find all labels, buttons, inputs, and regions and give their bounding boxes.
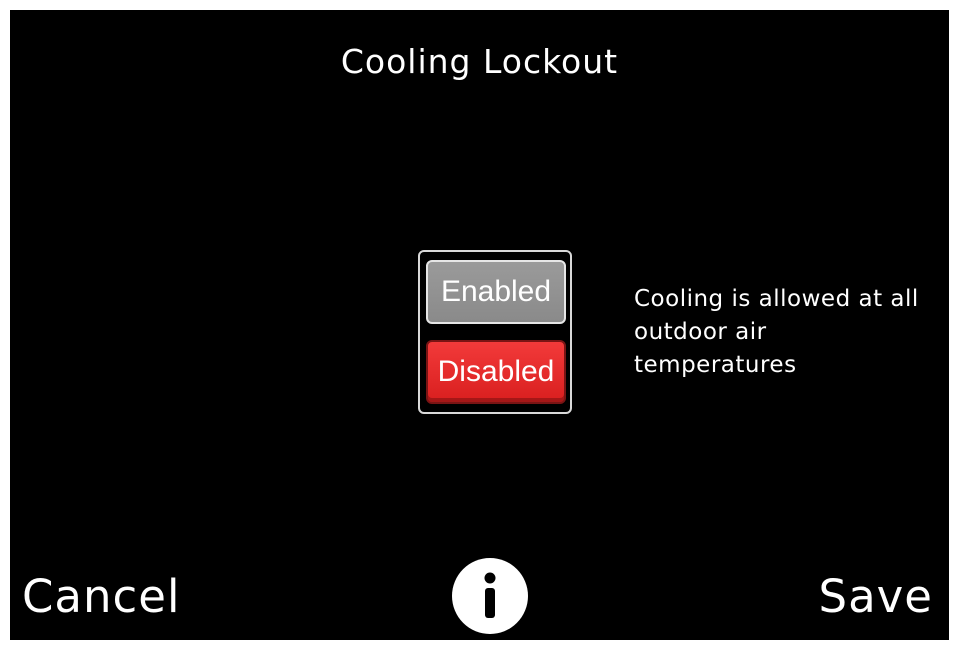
info-icon	[484, 572, 496, 618]
cancel-button[interactable]: Cancel	[22, 570, 180, 623]
page-title: Cooling Lockout	[340, 42, 619, 81]
lockout-description: Cooling is allowed at all outdoor air te…	[634, 286, 919, 378]
enabled-option-button[interactable]: Enabled	[426, 260, 566, 324]
info-button[interactable]	[452, 558, 528, 634]
thermostat-screen: Cooling Lockout Enabled Disabled Cooling…	[10, 10, 949, 640]
save-button[interactable]: Save	[819, 570, 933, 623]
lockout-toggle-group: Enabled Disabled	[418, 250, 572, 414]
disabled-option-button[interactable]: Disabled	[426, 340, 566, 404]
